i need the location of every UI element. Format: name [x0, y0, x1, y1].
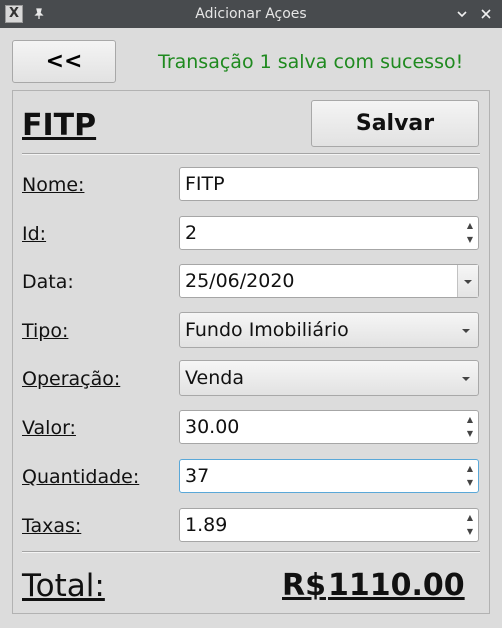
nome-label: Nome: — [22, 174, 85, 196]
divider-bottom — [22, 551, 480, 553]
spin-down-icon[interactable]: ▼ — [464, 427, 476, 441]
spin-down-icon[interactable]: ▼ — [464, 233, 476, 247]
total-label: Total: — [22, 568, 105, 604]
operacao-label: Operação: — [22, 368, 121, 390]
valor-spinbox[interactable]: 30.00 ▲ ▼ — [179, 410, 479, 444]
valor-spin-buttons: ▲ ▼ — [464, 413, 476, 441]
back-button[interactable]: << — [12, 40, 116, 83]
id-spinbox[interactable]: 2 ▲ ▼ — [179, 216, 479, 250]
chevron-down-icon — [462, 329, 470, 333]
quantidade-spinbox[interactable]: 37 ▲ ▼ — [179, 459, 479, 493]
date-dropdown-button[interactable] — [457, 265, 478, 297]
taxas-spin-buttons: ▲ ▼ — [464, 511, 476, 539]
window-title: Adicionar Açoes — [195, 6, 307, 22]
data-label: Data: — [22, 271, 74, 293]
taxas-value: 1.89 — [185, 514, 228, 536]
status-message: Transação 1 salva com sucesso! — [158, 51, 464, 73]
id-spin-buttons: ▲ ▼ — [464, 219, 476, 247]
quantidade-spin-buttons: ▲ ▼ — [464, 462, 476, 490]
quantidade-label: Quantidade: — [22, 466, 140, 488]
spin-up-icon[interactable]: ▲ — [464, 462, 476, 476]
nome-value: FITP — [185, 173, 225, 195]
nome-field[interactable]: FITP — [179, 167, 479, 201]
spin-down-icon[interactable]: ▼ — [464, 476, 476, 490]
spin-up-icon[interactable]: ▲ — [464, 511, 476, 525]
valor-label: Valor: — [22, 417, 76, 439]
spin-up-icon[interactable]: ▲ — [464, 219, 476, 233]
total-value: 1110.00 — [328, 568, 465, 603]
data-value: 25/06/2020 — [185, 270, 295, 292]
operacao-value: Venda — [185, 367, 244, 389]
tipo-value: Fundo Imobiliário — [185, 319, 349, 341]
close-icon[interactable] — [476, 4, 496, 24]
operacao-combobox[interactable]: Venda — [179, 360, 479, 396]
divider-top — [22, 153, 480, 155]
chevron-down-icon — [464, 280, 472, 284]
total-currency: R$ — [282, 568, 326, 603]
taxas-label: Taxas: — [22, 515, 82, 537]
data-date-edit[interactable]: 25/06/2020 — [179, 264, 479, 298]
title-bar: X Adicionar Açoes — [0, 0, 502, 28]
valor-value: 30.00 — [185, 416, 240, 438]
chevron-down-icon — [462, 377, 470, 381]
stock-title: FITP — [22, 108, 97, 143]
quantidade-value: 37 — [185, 465, 210, 487]
taxas-spinbox[interactable]: 1.89 ▲ ▼ — [179, 508, 479, 542]
tipo-label: Tipo: — [22, 320, 69, 342]
spin-down-icon[interactable]: ▼ — [464, 525, 476, 539]
id-label: Id: — [22, 223, 47, 245]
spin-up-icon[interactable]: ▲ — [464, 413, 476, 427]
save-button[interactable]: Salvar — [311, 100, 479, 147]
id-value: 2 — [185, 222, 198, 244]
tipo-combobox[interactable]: Fundo Imobiliário — [179, 312, 479, 348]
chevron-down-icon[interactable] — [452, 4, 472, 24]
